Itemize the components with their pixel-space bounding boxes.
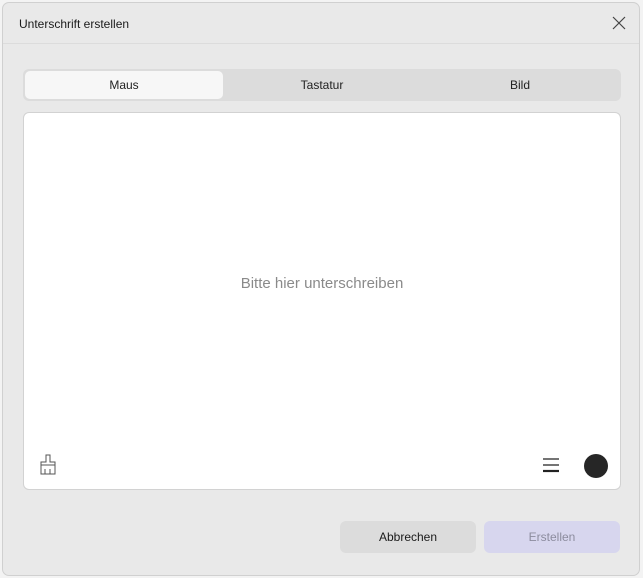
stroke-width-icon[interactable] [542, 457, 560, 473]
cancel-button[interactable]: Abbrechen [340, 521, 476, 553]
signature-placeholder: Bitte hier unterschreiben [240, 275, 404, 292]
tab-keyboard[interactable]: Tastatur [223, 71, 421, 99]
tab-mouse[interactable]: Maus [25, 71, 223, 99]
clear-brush-icon[interactable] [37, 453, 59, 477]
create-signature-dialog: Unterschrift erstellen Maus Tastatur Bil… [2, 2, 640, 576]
dialog-header: Unterschrift erstellen [3, 3, 639, 44]
close-icon[interactable] [611, 15, 627, 31]
input-mode-tabs: Maus Tastatur Bild [23, 69, 621, 101]
signature-canvas[interactable]: Bitte hier unterschreiben [23, 112, 621, 490]
tab-image[interactable]: Bild [421, 71, 619, 99]
dialog-title: Unterschrift erstellen [19, 17, 130, 31]
pen-color-button[interactable] [584, 454, 608, 478]
create-button[interactable]: Erstellen [484, 521, 620, 553]
